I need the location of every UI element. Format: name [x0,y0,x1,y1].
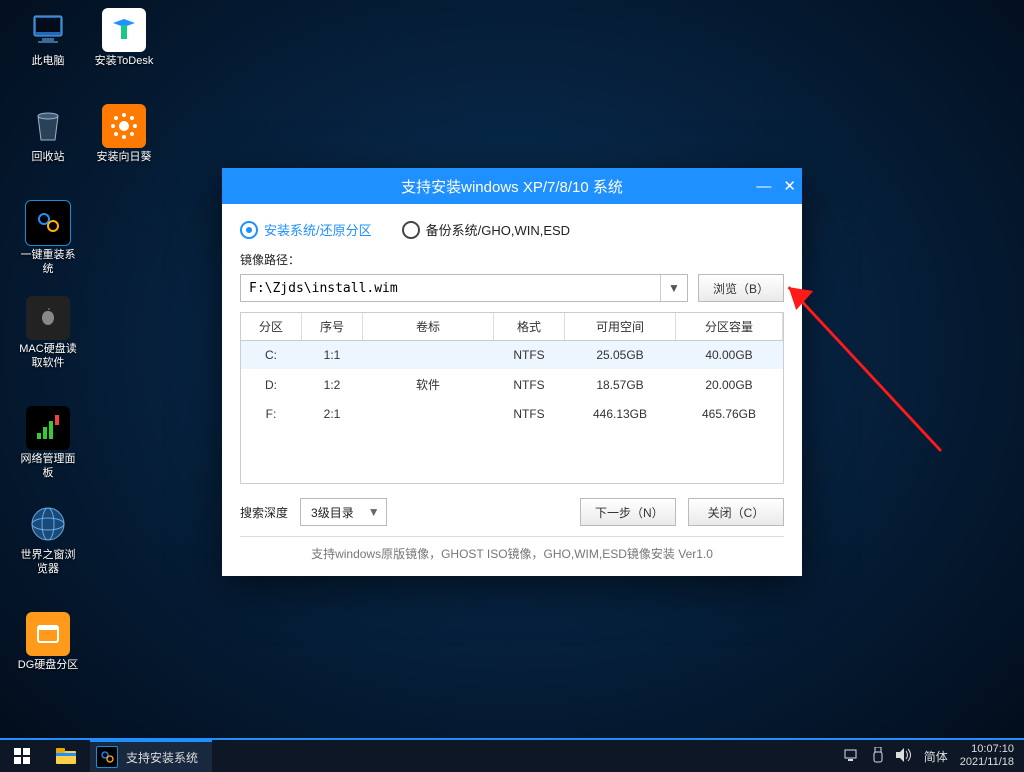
desktop-icon-label: 回收站 [16,150,80,164]
pc-icon [26,8,70,52]
volume-icon[interactable] [896,748,912,765]
desktop-icon-label: 一键重装系统 [16,248,80,276]
dialog-footer: 支持windows原版镜像，GHOST ISO镜像，GHO,WIM,ESD镜像安… [240,536,784,570]
col-free: 可用空间 [565,313,676,341]
depth-value: 3级目录 [311,504,354,521]
col-format: 格式 [494,313,565,341]
globe-icon [26,502,70,546]
col-total: 分区容量 [676,313,783,341]
desktop-icon-pc[interactable]: 此电脑 [16,8,80,68]
partition-icon [26,612,70,656]
taskbar-task-label: 支持安装系统 [126,749,198,766]
ime-indicator[interactable]: 简体 [924,748,948,765]
table-row[interactable]: C:1:1NTFS25.05GB40.00GB [241,341,783,370]
desktop-icon-label: 安装ToDesk [92,54,156,68]
dialog-title: 支持安装windows XP/7/8/10 系统 [401,176,623,197]
taskbar-task-installer[interactable]: 支持安装系统 [90,740,212,772]
image-path-label: 镜像路径： [240,251,784,268]
desktop-icon-recycle[interactable]: 回收站 [16,104,80,164]
network-panel-icon [26,406,70,450]
image-path-combo[interactable]: ▼ [240,274,688,302]
taskbar: 支持安装系统 简体 10:07:10 2021/11/18 [0,738,1024,772]
clock-date: 2021/11/18 [960,756,1014,769]
col-partition: 分区 [241,313,302,341]
apple-icon [26,296,70,340]
titlebar[interactable]: 支持安装windows XP/7/8/10 系统 — ✕ [222,168,802,204]
installer-dialog: 支持安装windows XP/7/8/10 系统 — ✕ 安装系统/还原分区 备… [222,168,802,576]
desktop-icon-label: 安装向日葵 [92,150,156,164]
desktop-icon-reinstall[interactable]: 一键重装系统 [16,200,80,276]
desktop-icon-todesk[interactable]: 安装ToDesk [92,8,156,68]
recycle-bin-icon [26,104,70,148]
gear-icon [25,200,71,246]
browse-button[interactable]: 浏览（B） [698,274,784,302]
start-button[interactable] [0,740,44,772]
radio-label: 备份系统/GHO,WIN,ESD [426,220,570,239]
minimize-button[interactable]: — [756,178,771,195]
desktop-icon-mac[interactable]: MAC硬盘读取软件 [16,296,80,370]
todesk-icon [102,8,146,52]
radio-icon [402,221,420,239]
desktop: 此电脑 安装ToDesk 回收站 安装向日葵 一键重装系统 MAC硬盘读取软件 [0,0,1024,740]
desktop-icon-label: DG硬盘分区 [16,658,80,672]
close-button[interactable]: ✕ [783,177,796,195]
desktop-icon-dg[interactable]: DG硬盘分区 [16,612,80,672]
depth-select[interactable]: 3级目录 ▼ [300,498,387,526]
depth-label: 搜索深度 [240,504,288,521]
taskbar-clock[interactable]: 10:07:10 2021/11/18 [960,743,1014,769]
radio-backup[interactable]: 备份系统/GHO,WIN,ESD [402,220,570,239]
radio-icon [240,221,258,239]
network-icon[interactable] [844,748,860,765]
desktop-icon-browser[interactable]: 世界之窗浏览器 [16,502,80,576]
next-button[interactable]: 下一步（N） [580,498,676,526]
col-index: 序号 [302,313,363,341]
radio-install[interactable]: 安装系统/还原分区 [240,220,372,239]
col-volume: 卷标 [363,313,494,341]
desktop-icon-sunflower[interactable]: 安装向日葵 [92,104,156,164]
desktop-icon-label: 世界之窗浏览器 [16,548,80,576]
desktop-icon-netpanel[interactable]: 网络管理面板 [16,406,80,480]
image-path-input[interactable] [241,281,660,296]
gear-icon [96,746,118,768]
system-tray: 简体 10:07:10 2021/11/18 [834,740,1024,772]
usb-icon[interactable] [872,747,884,766]
partition-table[interactable]: 分区 序号 卷标 格式 可用空间 分区容量 C:1:1NTFS25.05GB40… [240,312,784,484]
table-row[interactable]: F:2:1NTFS446.13GB465.76GB [241,400,783,428]
desktop-icon-label: MAC硬盘读取软件 [16,342,80,370]
radio-label: 安装系统/还原分区 [264,220,372,239]
chevron-down-icon: ▼ [368,505,380,519]
desktop-icon-label: 网络管理面板 [16,452,80,480]
close-dialog-button[interactable]: 关闭（C） [688,498,784,526]
table-row[interactable]: D:1:2软件NTFS18.57GB20.00GB [241,369,783,400]
taskbar-explorer[interactable] [44,740,88,772]
clock-time: 10:07:10 [960,743,1014,756]
sunflower-icon [102,104,146,148]
desktop-icon-label: 此电脑 [16,54,80,68]
dropdown-icon[interactable]: ▼ [660,275,687,301]
